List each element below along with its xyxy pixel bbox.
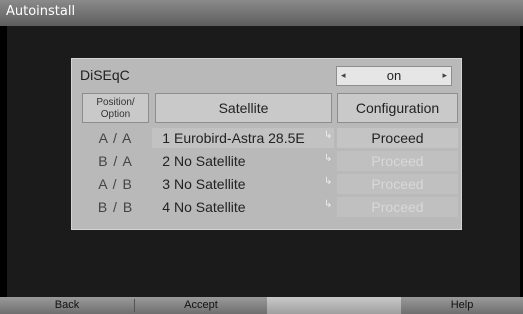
right-arrow-icon[interactable]: ▸ xyxy=(442,70,447,81)
table-row[interactable]: B / B 4 No Satellite ↳ Proceed xyxy=(82,197,458,217)
row-position: A / B xyxy=(98,176,133,192)
row-satellite-name: No Satellite xyxy=(174,176,246,192)
diseqc-panel: DiSEqC ◂ on ▸ Position/ Option Satellite… xyxy=(71,58,462,230)
diseqc-row: DiSEqC ◂ on ▸ xyxy=(80,66,453,86)
back-button[interactable]: Back xyxy=(0,297,134,314)
enter-icon: ↳ xyxy=(324,176,333,187)
row-index: 2 xyxy=(162,153,170,169)
header-satellite-label: Satellite xyxy=(218,100,269,116)
header-position-line1: Position/ xyxy=(96,97,135,108)
title-bar: Autoinstall xyxy=(0,0,523,26)
table-row[interactable]: A / B 3 No Satellite ↳ Proceed xyxy=(82,174,458,194)
row-satellite-name: No Satellite xyxy=(174,153,246,169)
row-satellite-name: Eurobird-Astra 28.5E xyxy=(174,130,305,146)
proceed-button[interactable]: Proceed xyxy=(337,151,458,171)
enter-icon: ↳ xyxy=(324,130,333,141)
diseqc-selector[interactable]: ◂ on ▸ xyxy=(336,66,452,86)
help-button[interactable]: Help xyxy=(401,297,523,314)
row-satellite[interactable]: 2 No Satellite xyxy=(156,153,246,169)
table-row[interactable]: B / A 2 No Satellite ↳ Proceed xyxy=(82,151,458,171)
proceed-button[interactable]: Proceed xyxy=(337,174,458,194)
row-index: 4 xyxy=(162,199,170,215)
bottom-bar: Back Accept Help xyxy=(0,297,523,314)
row-satellite[interactable]: 4 No Satellite xyxy=(156,199,246,215)
header-configuration: Configuration xyxy=(337,93,458,123)
header-position-line2: Option xyxy=(100,109,131,120)
diseqc-value: on xyxy=(386,68,402,83)
row-position: B / B xyxy=(97,199,134,215)
table-row[interactable]: A / A 1 Eurobird-Astra 28.5E ↳ Proceed xyxy=(82,128,458,148)
row-position: A / A xyxy=(98,130,133,146)
proceed-button[interactable]: Proceed xyxy=(337,197,458,217)
header-satellite: Satellite xyxy=(155,93,332,123)
row-index: 3 xyxy=(162,176,170,192)
row-satellite[interactable]: 3 No Satellite xyxy=(156,176,246,192)
blank-function-button[interactable] xyxy=(267,297,401,314)
row-index: 1 xyxy=(162,130,170,146)
diseqc-label: DiSEqC xyxy=(80,67,130,83)
header-position-option: Position/ Option xyxy=(82,93,149,123)
accept-button[interactable]: Accept xyxy=(135,297,267,314)
row-satellite-name: No Satellite xyxy=(174,199,246,215)
row-satellite[interactable]: 1 Eurobird-Astra 28.5E xyxy=(156,130,305,146)
row-position: B / A xyxy=(98,153,133,169)
enter-icon: ↳ xyxy=(324,199,333,210)
header-configuration-label: Configuration xyxy=(355,100,440,116)
window-title: Autoinstall xyxy=(6,4,76,19)
proceed-button[interactable]: Proceed xyxy=(337,128,458,148)
enter-icon: ↳ xyxy=(324,153,333,164)
